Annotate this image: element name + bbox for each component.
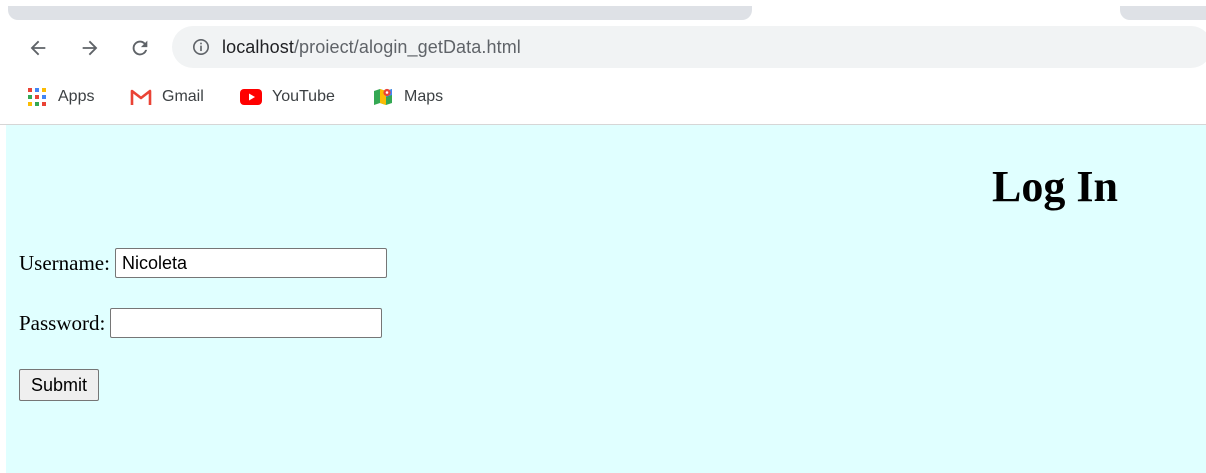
bookmark-label: Gmail <box>162 88 204 105</box>
submit-button[interactable]: Submit <box>19 369 100 401</box>
reload-icon <box>132 40 148 56</box>
address-bar[interactable]: localhost/proiect/alogin_getData.html <box>172 26 1206 68</box>
forward-button[interactable] <box>74 32 106 64</box>
info-icon[interactable] <box>192 38 210 56</box>
tab[interactable] <box>1120 6 1206 20</box>
gmail-icon <box>130 86 152 108</box>
maps-icon <box>372 86 394 108</box>
tab[interactable] <box>8 6 752 20</box>
username-input[interactable] <box>114 248 387 278</box>
password-label: Password: <box>19 310 106 335</box>
back-button[interactable] <box>22 32 54 64</box>
bookmark-youtube[interactable]: YouTube <box>240 84 335 110</box>
password-row: Password: <box>19 308 383 338</box>
page-content: Log In Username: Password: Submit <box>6 125 1206 473</box>
bookmark-gmail[interactable]: Gmail <box>130 84 204 110</box>
url-text[interactable]: localhost/proiect/alogin_getData.html <box>222 37 521 58</box>
username-label: Username: <box>19 250 110 275</box>
bookmark-maps[interactable]: Maps <box>372 84 443 110</box>
bookmark-label: Apps <box>58 88 95 105</box>
url-path: /proiect/alogin_getData.html <box>293 36 521 57</box>
bookmarks-bar: Apps Gmail YouTube Maps <box>0 72 1206 125</box>
tab-strip <box>0 0 1206 24</box>
arrow-left-icon <box>30 40 46 56</box>
password-input[interactable] <box>110 308 383 338</box>
url-host: localhost <box>222 36 294 57</box>
username-row: Username: <box>19 248 387 278</box>
arrow-right-icon <box>82 40 98 56</box>
browser-toolbar: localhost/proiect/alogin_getData.html <box>0 24 1206 72</box>
page-title: Log In <box>992 162 1118 211</box>
youtube-icon <box>240 86 262 108</box>
reload-button[interactable] <box>124 32 156 64</box>
bookmark-label: YouTube <box>272 88 335 105</box>
apps-grid-icon <box>26 86 48 108</box>
bookmark-label: Maps <box>404 88 444 105</box>
bookmark-apps[interactable]: Apps <box>26 84 94 110</box>
